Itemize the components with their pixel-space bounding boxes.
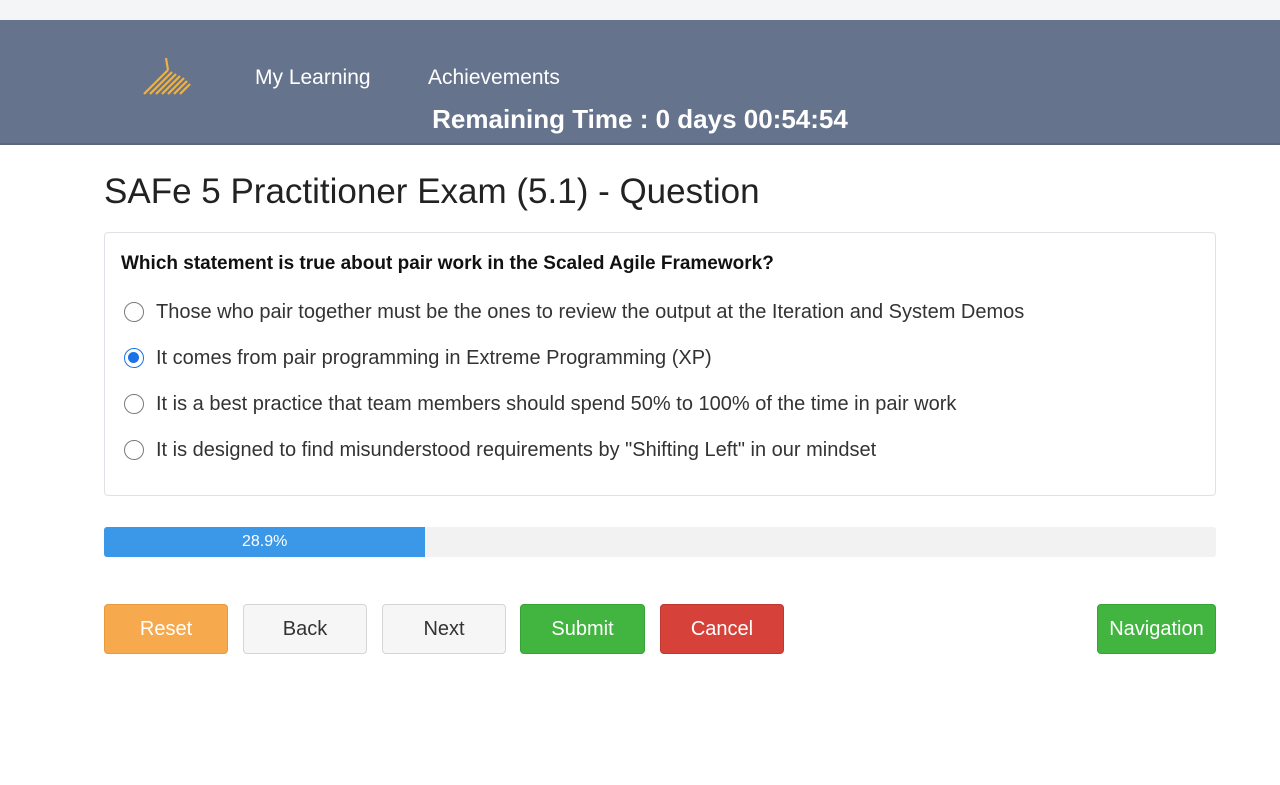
cancel-button[interactable]: Cancel [660,604,784,654]
question-card: Which statement is true about pair work … [104,232,1216,496]
answer-option-label: It comes from pair programming in Extrem… [156,346,712,369]
nav-link-achievements[interactable]: Achievements [428,66,560,90]
logo-icon[interactable] [140,56,196,98]
answer-option-label: Those who pair together must be the ones… [156,300,1025,323]
progress-bar: 28.9% [104,527,1216,557]
back-button[interactable]: Back [243,604,367,654]
top-strip [0,0,1280,20]
answer-option[interactable]: It comes from pair programming in Extrem… [121,335,1199,381]
answer-option-label: It is designed to find misunderstood req… [156,438,877,461]
answer-option[interactable]: It is designed to find misunderstood req… [121,427,1199,473]
progress-label: 28.9% [241,533,288,550]
answer-options: Those who pair together must be the ones… [121,289,1199,473]
nav-link-my-learning[interactable]: My Learning [255,66,371,90]
radio-button[interactable] [124,348,144,368]
header-bar: My Learning Achievements Remaining Time … [0,20,1280,145]
page-title: SAFe 5 Practitioner Exam (5.1) - Questio… [104,172,760,211]
progress-fill: 28.9% [104,527,426,557]
radio-button[interactable] [124,440,144,460]
remaining-time: Remaining Time : 0 days 00:54:54 [432,104,848,134]
navigation-button[interactable]: Navigation [1097,604,1216,654]
reset-button[interactable]: Reset [104,604,228,654]
question-text: Which statement is true about pair work … [121,253,774,274]
answer-option-label: It is a best practice that team members … [156,392,957,415]
submit-button[interactable]: Submit [520,604,645,654]
radio-button[interactable] [124,302,144,322]
answer-option[interactable]: Those who pair together must be the ones… [121,289,1199,335]
next-button[interactable]: Next [382,604,506,654]
answer-option[interactable]: It is a best practice that team members … [121,381,1199,427]
radio-button[interactable] [124,394,144,414]
